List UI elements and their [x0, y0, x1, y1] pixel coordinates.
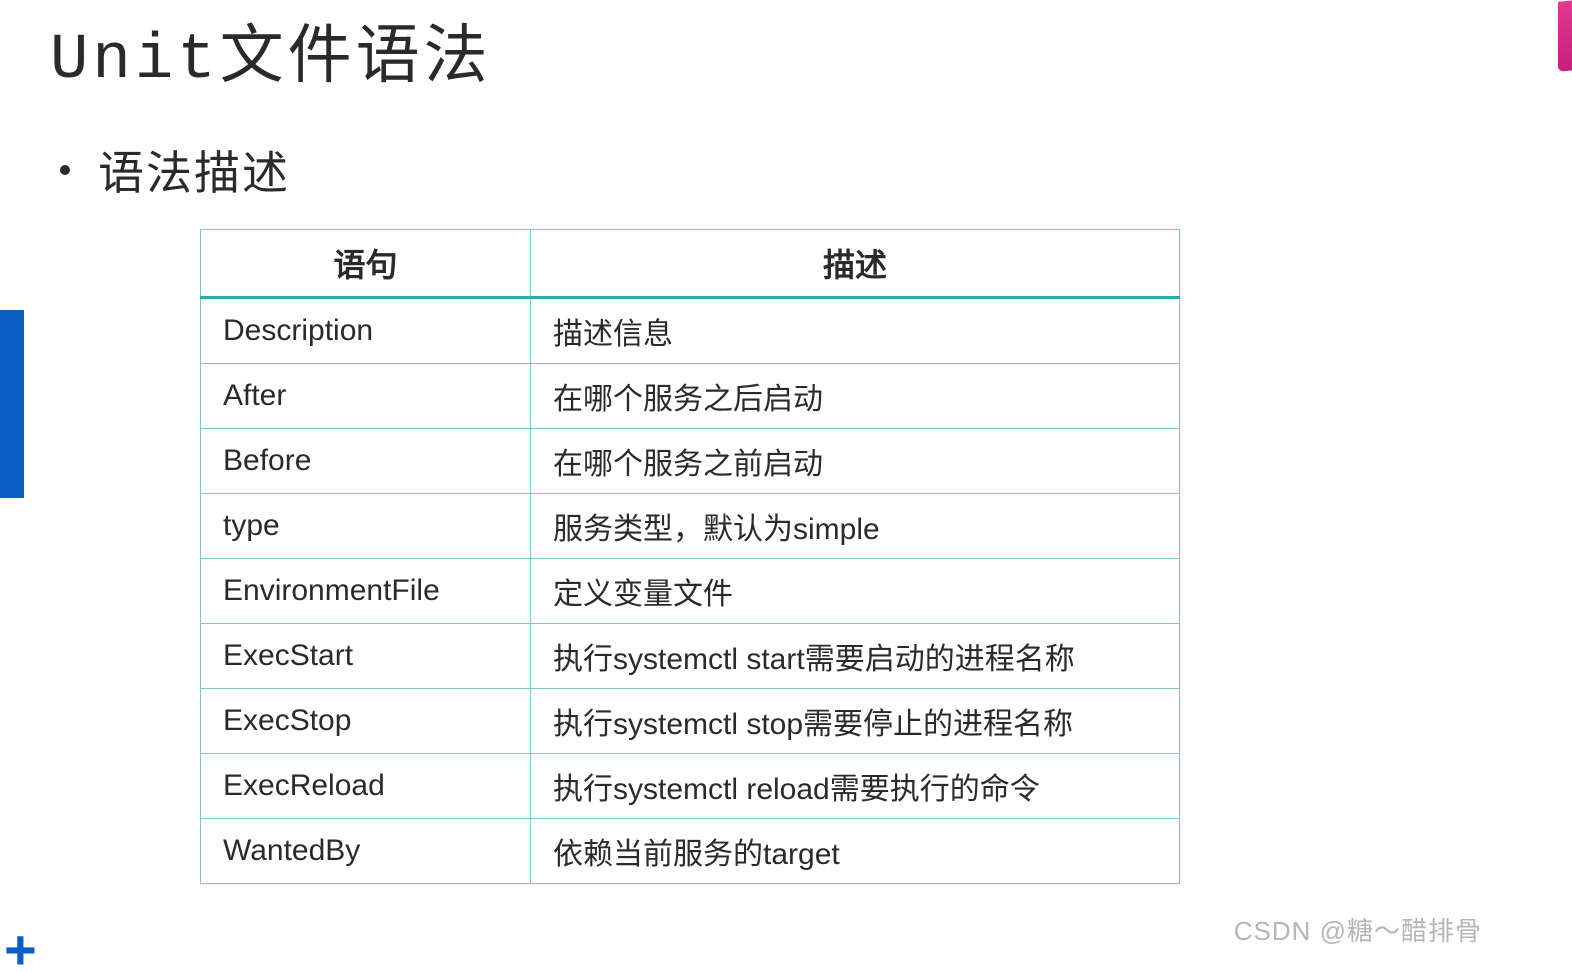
cell-stmt: ExecReload	[201, 754, 531, 819]
cell-stmt: ExecStart	[201, 624, 531, 689]
cell-desc: 执行systemctl stop需要停止的进程名称	[531, 689, 1180, 754]
cell-desc: 执行systemctl start需要启动的进程名称	[531, 624, 1180, 689]
cell-stmt: Before	[201, 429, 531, 494]
bullet-item: 语法描述	[60, 137, 1522, 203]
cell-stmt: WantedBy	[201, 819, 531, 884]
grammar-table-wrap: 语句 描述 Description 描述信息 After 在哪个服务之后启动 B…	[200, 229, 1180, 884]
table-row: ExecReload 执行systemctl reload需要执行的命令	[201, 754, 1180, 819]
cell-stmt: type	[201, 494, 531, 559]
table-header-stmt: 语句	[201, 230, 531, 298]
cell-desc: 在哪个服务之前启动	[531, 429, 1180, 494]
left-accent-bar	[0, 310, 24, 498]
cell-stmt: ExecStop	[201, 689, 531, 754]
table-row: type 服务类型，默认为simple	[201, 494, 1180, 559]
cell-desc: 在哪个服务之后启动	[531, 364, 1180, 429]
cell-stmt: Description	[201, 298, 531, 364]
grammar-table: 语句 描述 Description 描述信息 After 在哪个服务之后启动 B…	[200, 229, 1180, 884]
slide-title: Unit文件语法	[50, 0, 1522, 97]
table-row: ExecStart 执行systemctl start需要启动的进程名称	[201, 624, 1180, 689]
bullet-dot-icon	[60, 165, 70, 175]
cell-desc: 描述信息	[531, 298, 1180, 364]
cell-desc: 依赖当前服务的target	[531, 819, 1180, 884]
watermark-text: CSDN @糖～醋排骨	[1234, 911, 1482, 948]
plus-icon: +	[4, 922, 37, 972]
table-row: Description 描述信息	[201, 298, 1180, 364]
table-row: After 在哪个服务之后启动	[201, 364, 1180, 429]
cell-desc: 执行systemctl reload需要执行的命令	[531, 754, 1180, 819]
table-row: Before 在哪个服务之前启动	[201, 429, 1180, 494]
table-row: WantedBy 依赖当前服务的target	[201, 819, 1180, 884]
corner-accent	[1558, 0, 1572, 72]
bullet-text: 语法描述	[98, 137, 290, 203]
cell-stmt: After	[201, 364, 531, 429]
cell-stmt: EnvironmentFile	[201, 559, 531, 624]
cell-desc: 服务类型，默认为simple	[531, 494, 1180, 559]
slide: Unit文件语法 语法描述 语句 描述 Description 描述信息	[0, 0, 1572, 972]
cell-desc: 定义变量文件	[531, 559, 1180, 624]
table-header-row: 语句 描述	[201, 230, 1180, 298]
table-header-desc: 描述	[531, 230, 1180, 298]
table-row: EnvironmentFile 定义变量文件	[201, 559, 1180, 624]
table-row: ExecStop 执行systemctl stop需要停止的进程名称	[201, 689, 1180, 754]
